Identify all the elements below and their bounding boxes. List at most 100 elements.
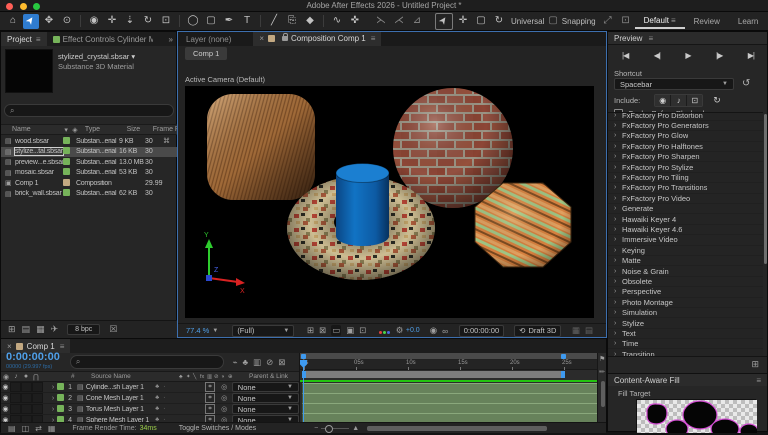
next-frame-button[interactable]: |▶ xyxy=(716,51,722,60)
tab-project[interactable]: Project ≡ xyxy=(1,32,47,46)
snapping-checkbox[interactable]: ▢ xyxy=(548,14,557,29)
effects-category[interactable]: ›Perspective xyxy=(608,287,763,297)
camera-region-tool-icon[interactable]: ⊡ xyxy=(158,14,174,29)
channel-rgb-icon[interactable] xyxy=(379,326,391,336)
frame-blending-icon[interactable]: ▥ xyxy=(253,357,261,368)
tab-composition-viewer[interactable]: × Composition Comp 1 ≡ xyxy=(253,32,381,47)
rectangle-tool-icon[interactable]: ▢ xyxy=(203,14,219,29)
selection-tool-icon[interactable]: ➤ xyxy=(23,14,39,29)
audio-cell[interactable] xyxy=(10,404,21,414)
ellipse-tool-icon[interactable]: ◯ xyxy=(185,14,201,29)
active-camera-label[interactable]: Active Camera (Default) xyxy=(185,75,265,84)
mask-visibility-icon[interactable]: ⊠ xyxy=(319,325,326,336)
local-axis-mode-tool-icon[interactable]: ⋋ xyxy=(373,14,389,29)
video-eye-column-icon[interactable]: ◉ xyxy=(1,373,11,381)
footage-title[interactable]: stylized_crystal.sbsar ▾ xyxy=(58,52,173,61)
switch-column-icon[interactable]: ✦ xyxy=(186,374,193,380)
layer-duration-row[interactable] xyxy=(300,412,598,422)
shy-switch[interactable]: ♣ xyxy=(155,384,159,390)
shy-switch[interactable]: ♣ xyxy=(155,395,159,401)
effects-category[interactable]: ›Noise & Grain xyxy=(608,266,763,276)
layer-row[interactable]: ◉›3▤Torus Mesh Layer 1♣·⌗◎None▼ xyxy=(1,404,299,415)
label-color-swatch[interactable] xyxy=(63,137,76,146)
include-overlays-icon[interactable]: ⊡ xyxy=(687,95,702,106)
timeline-zoom-control[interactable]: − ▲ xyxy=(314,425,359,432)
zoom-in-icon[interactable]: ▲ xyxy=(352,425,359,432)
layer-switches[interactable]: ♣· xyxy=(155,395,205,401)
column-size[interactable]: Size xyxy=(127,126,153,133)
work-area-bar[interactable] xyxy=(302,371,565,378)
effects-category[interactable]: ›Hawaiki Keyer 4 xyxy=(608,214,763,224)
tab-effect-controls[interactable]: Effect Controls Cylinder Mesh Layer xyxy=(63,35,153,44)
include-audio-icon[interactable]: ♪ xyxy=(671,95,687,106)
3d-layer-switch[interactable]: ⌗ xyxy=(205,382,215,392)
switch-column-icon[interactable]: ⊘ xyxy=(214,374,221,380)
effects-category[interactable]: ›Generate xyxy=(608,204,763,214)
hand-tool-icon[interactable]: ✥ xyxy=(41,14,57,29)
gizmo-position-tool-icon[interactable]: ✛ xyxy=(455,14,471,29)
roto-brush-tool-icon[interactable]: ∿ xyxy=(329,14,345,29)
sort-icon[interactable]: ▾ xyxy=(64,126,72,134)
quality-switch[interactable]: · xyxy=(163,384,165,390)
effects-category[interactable]: ›Immersive Video xyxy=(608,235,763,245)
exposure-value[interactable]: +0.0 xyxy=(406,327,420,334)
timeline-vertical-scrollbar[interactable] xyxy=(601,381,605,407)
grid-guides-icon[interactable]: ⊞ xyxy=(307,325,314,336)
zoom-out-icon[interactable]: − xyxy=(314,425,318,432)
toggle-switches-modes-button[interactable]: Toggle Switches / Modes xyxy=(179,425,256,432)
type-tool-icon[interactable]: T xyxy=(239,14,255,29)
panel-menu-icon[interactable]: ≡ xyxy=(756,376,761,385)
effects-category[interactable]: ›Time xyxy=(608,339,763,349)
label-color-swatch[interactable] xyxy=(63,168,76,177)
solo-cell[interactable] xyxy=(21,382,32,392)
bit-depth-button[interactable]: 8 bpc xyxy=(67,324,100,335)
draft-3d-button[interactable]: ⟲ Draft 3D xyxy=(514,325,561,337)
motion-blur-icon[interactable]: ⊘ xyxy=(266,357,273,368)
project-row[interactable]: ▤mosaic.sbsarSubstan...erial53 KB30 xyxy=(1,168,178,179)
rotation-tool-icon[interactable]: ↻ xyxy=(140,14,156,29)
time-navigator[interactable] xyxy=(300,353,598,360)
label-color-swatch[interactable] xyxy=(63,158,76,167)
gizmo-selection-tool-icon[interactable]: ➤ xyxy=(435,13,453,30)
source-name-column[interactable]: Source Name xyxy=(91,373,179,380)
effects-category[interactable]: ›FxFactory Pro Sharpen xyxy=(608,152,763,162)
timeline-column-headers[interactable]: ◉♪●⋂#Source Name♣✦╲fx▥⊘◑⊕Parent & Link xyxy=(1,371,299,382)
lock-cell[interactable] xyxy=(32,404,43,414)
project-row[interactable]: ▤preview...e.sbsarSubstan...erial13.0 MB… xyxy=(1,157,178,168)
layer-label-swatch[interactable] xyxy=(57,405,68,414)
workspace-tab-review[interactable]: Review xyxy=(685,15,729,28)
view-axis-mode-tool-icon[interactable]: ⊿ xyxy=(409,14,425,29)
switch-column-icon[interactable]: ⊕ xyxy=(228,374,235,380)
column-frame-rate[interactable]: Frame Ra... xyxy=(153,126,178,133)
quality-switch[interactable]: · xyxy=(163,406,165,412)
expand-modes-icon[interactable]: ▦ xyxy=(48,424,56,433)
label-color-swatch[interactable] xyxy=(63,147,76,156)
effects-category[interactable]: ›Stylize xyxy=(608,318,763,328)
new-folder-icon[interactable]: ▤ xyxy=(22,324,31,335)
navigator-end-handle[interactable] xyxy=(561,354,566,359)
label-column-icon[interactable]: ◈ xyxy=(72,126,85,134)
brush-tool-icon[interactable]: ╱ xyxy=(266,14,282,29)
layer-switches[interactable]: ♣· xyxy=(155,406,205,412)
twirl-icon[interactable]: › xyxy=(49,406,58,413)
layer-name[interactable]: Cone Mesh Layer 1 xyxy=(86,395,155,402)
pick-whip-icon[interactable]: ◎ xyxy=(221,394,232,402)
tab-layer-viewer[interactable]: Layer (none) xyxy=(178,35,239,44)
world-axis-mode-tool-icon[interactable]: ⋌ xyxy=(391,14,407,29)
home-tool-icon[interactable]: ⌂ xyxy=(5,14,21,29)
expand-inout-icon[interactable]: ⇄ xyxy=(35,424,42,433)
comp-quick-tab[interactable]: Comp 1 xyxy=(185,47,227,60)
effects-category[interactable]: ›FxFactory Pro Generators xyxy=(608,121,763,131)
mini-flowchart-icon[interactable]: ⌁ xyxy=(232,357,237,368)
switch-column-icon[interactable]: ♣ xyxy=(179,374,186,380)
parent-select[interactable]: None▼ xyxy=(232,393,299,404)
effects-category[interactable]: ›Hawaiki Keyer 4.6 xyxy=(608,225,763,235)
snapshot-icon[interactable]: ◉ xyxy=(430,325,437,336)
eye-icon[interactable]: ◉ xyxy=(1,394,10,402)
switch-column-icon[interactable]: ▥ xyxy=(207,374,214,380)
shy-layers-icon[interactable]: ♣ xyxy=(242,357,248,367)
universal-gizmo-label[interactable]: Universal xyxy=(511,17,544,26)
effects-category[interactable]: ›Photo Montage xyxy=(608,298,763,308)
layer-name[interactable]: Torus Mesh Layer 1 xyxy=(86,406,155,413)
lock-cell[interactable] xyxy=(32,393,43,403)
